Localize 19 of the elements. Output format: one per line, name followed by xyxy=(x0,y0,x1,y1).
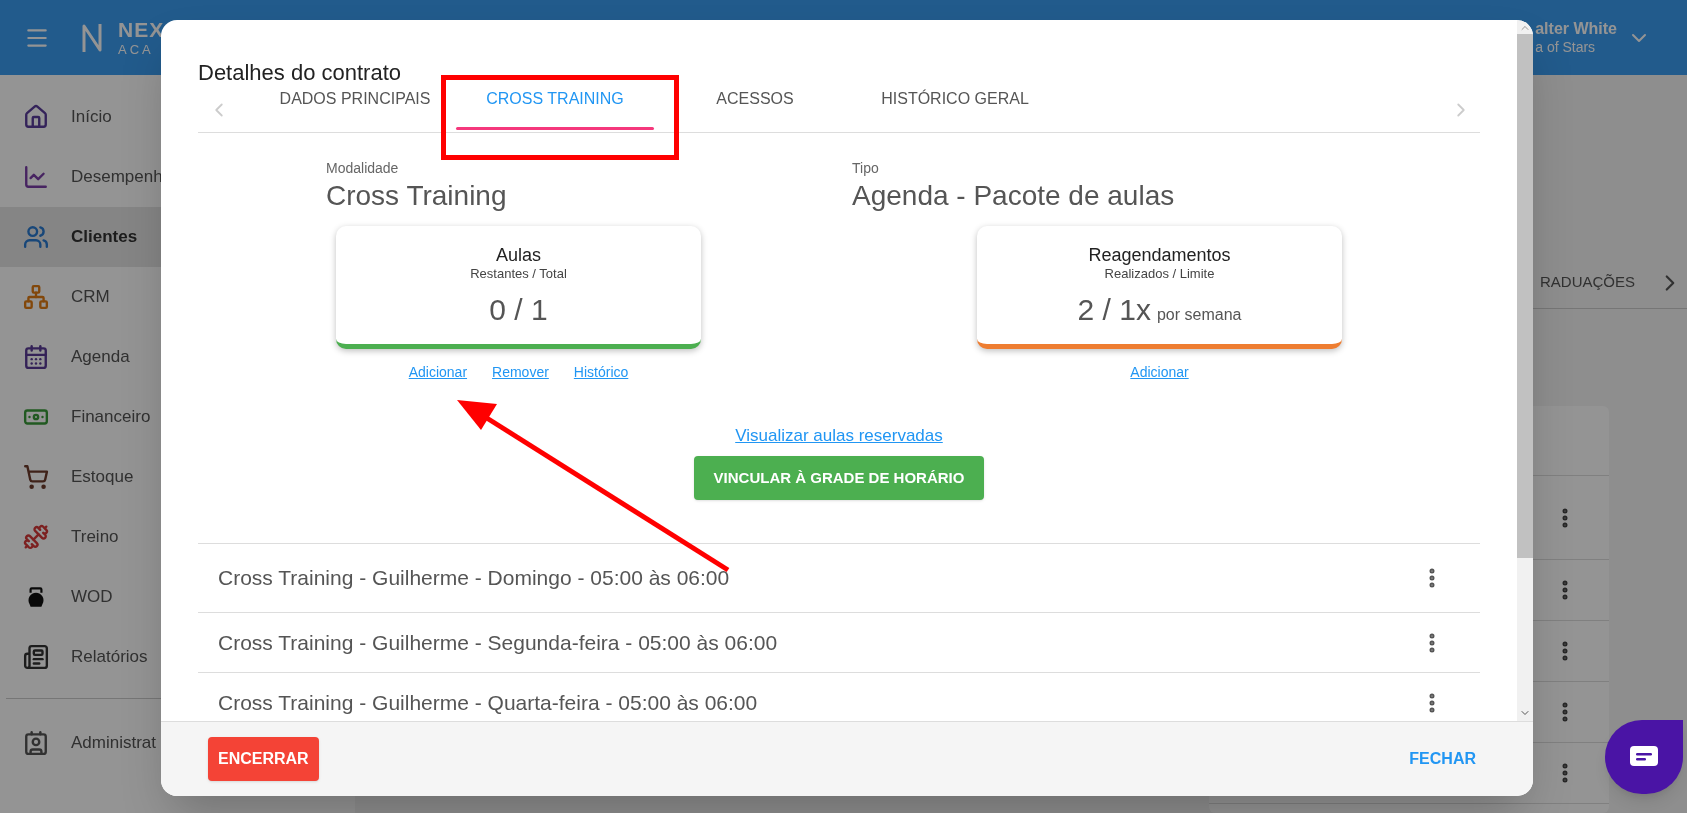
logo-subtext: ACA xyxy=(118,43,155,56)
card-value: 2 / 1x xyxy=(1077,292,1151,328)
field-label: Modalidade xyxy=(326,160,400,176)
schedule-text: Cross Training - Guilherme - Segunda-feira - 05:00 às 06:00 xyxy=(218,629,779,656)
card-title: Reagendamentos xyxy=(1088,244,1231,266)
schedule-text: Cross Training - Guilherme - Domingo - 05:00 às 06:00 xyxy=(218,565,731,592)
card-unit: por semana xyxy=(1156,305,1242,325)
field-label: Tipo xyxy=(852,160,880,176)
card-subtitle: Realizados / Limite xyxy=(1104,266,1215,282)
schedule-text: Cross Training - Guilherme - Quarta-feira - 05:00 às 06:00 xyxy=(218,689,759,716)
field-value: Agenda - Pacote de aulas xyxy=(852,179,1176,213)
user-name: alter White xyxy=(1535,18,1617,39)
user-organization: a of Stars xyxy=(1535,38,1597,57)
logo-text: NEX xyxy=(118,19,165,40)
dialog-title: Detalhes do contrato xyxy=(198,59,403,87)
card-value: 0 / 1 xyxy=(489,292,548,328)
field-value: Cross Training xyxy=(326,179,508,213)
card-subtitle: Restantes / Total xyxy=(470,266,567,282)
card-title: Aulas xyxy=(496,244,541,266)
